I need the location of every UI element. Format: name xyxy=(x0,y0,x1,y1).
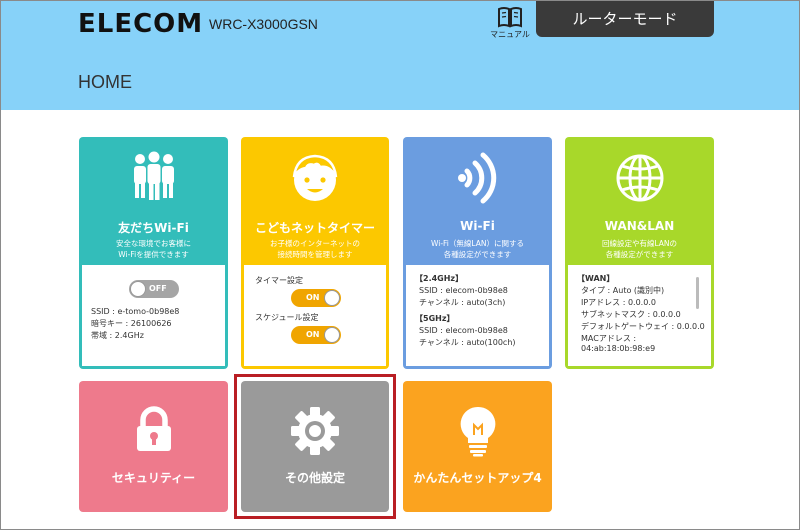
tile-friends-wifi[interactable]: 友だちWi-Fi 安全な環境でお客様に Wi-Fiを提供できます OFF SSI… xyxy=(79,137,228,369)
model-name: WRC-X3000GSN xyxy=(209,16,318,32)
brand-logo: ELECOM xyxy=(78,9,204,39)
tile-description: 回線設定や有線LANの 各種設定ができます xyxy=(601,239,678,259)
tile-title: WAN&LAN xyxy=(604,219,675,233)
toggle-label: ON xyxy=(306,293,320,302)
schedule-toggle[interactable]: ON xyxy=(291,326,341,344)
tile-title: Wi-Fi xyxy=(460,219,495,233)
tile-title: セキュリティー xyxy=(111,471,196,485)
wifi-5ghz-heading: 【5GHz】 xyxy=(415,314,455,323)
wifi-5ghz-channel: チャンネル : auto(100ch) xyxy=(419,338,516,347)
friends-band: 帯域 : 2.4GHz xyxy=(91,331,144,340)
timer-toggle[interactable]: ON xyxy=(291,289,341,307)
manual-label: マニュアル xyxy=(490,30,530,39)
toggle-knob xyxy=(324,290,340,306)
tile-description: お子様のインターネットの 接続時間を管理します xyxy=(270,239,360,259)
tile-title: こどもネットタイマー xyxy=(254,221,375,235)
toggle-knob xyxy=(130,281,146,297)
tile-description: 安全な環境でお客様に Wi-Fiを提供できます xyxy=(116,239,191,259)
friends-wifi-toggle[interactable]: OFF xyxy=(129,280,179,298)
child-face-icon xyxy=(288,151,342,209)
wan-heading: 【WAN】 xyxy=(577,274,615,283)
people-icon xyxy=(126,151,182,207)
lightbulb-icon xyxy=(458,405,498,461)
tile-title: 友だちWi-Fi xyxy=(118,221,189,235)
manual-button[interactable]: マニュアル xyxy=(488,6,532,40)
tile-info-panel: OFF SSID : e-tomo-0b98e8 暗号キー : 26100626… xyxy=(82,265,225,366)
wifi-24ghz-ssid: SSID : elecom-0b98e8 xyxy=(419,286,508,295)
tile-wan-lan[interactable]: WAN&LAN 回線設定や有線LANの 各種設定ができます 【WAN】 タイプ … xyxy=(565,137,714,369)
tile-title: かんたんセットアップ4 xyxy=(413,471,542,485)
wifi-24ghz-heading: 【2.4GHz】 xyxy=(415,274,464,283)
wan-scrollbar[interactable] xyxy=(696,277,699,309)
friends-ssid: SSID : e-tomo-0b98e8 xyxy=(91,307,180,316)
book-icon xyxy=(488,6,532,28)
tile-wifi[interactable]: Wi-Fi Wi-Fi（無線LAN）に関する 各種設定ができます 【2.4GHz… xyxy=(403,137,552,369)
friends-key: 暗号キー : 26100626 xyxy=(91,319,172,328)
lock-icon xyxy=(132,405,176,457)
wifi-24ghz-channel: チャンネル : auto(3ch) xyxy=(419,298,506,307)
wan-gateway: デフォルトゲートウェイ : 0.0.0.0 xyxy=(581,322,705,331)
toggle-label: ON xyxy=(306,330,320,339)
tile-easy-setup[interactable]: かんたんセットアップ4 xyxy=(403,381,552,512)
tile-description: Wi-Fi（無線LAN）に関する 各種設定ができます xyxy=(431,239,524,259)
header-bar: ELECOM WRC-X3000GSN マニュアル ルーターモード HOME xyxy=(0,0,800,110)
timer-setting-label: タイマー設定 xyxy=(255,276,303,285)
wifi-5ghz-ssid: SSID : elecom-0b98e8 xyxy=(419,326,508,335)
tile-info-panel: 【2.4GHz】 SSID : elecom-0b98e8 チャンネル : au… xyxy=(406,265,549,366)
selection-highlight xyxy=(234,374,396,519)
page-title: HOME xyxy=(78,72,132,92)
router-mode-button[interactable]: ルーターモード xyxy=(536,0,714,37)
tile-security[interactable]: セキュリティー xyxy=(79,381,228,512)
wan-ip: IPアドレス : 0.0.0.0 xyxy=(581,298,656,307)
tile-kids-timer[interactable]: こどもネットタイマー お子様のインターネットの 接続時間を管理します タイマー設… xyxy=(241,137,389,369)
tile-info-panel: タイマー設定 ON スケジュール設定 ON xyxy=(244,265,386,366)
schedule-setting-label: スケジュール設定 xyxy=(255,313,319,322)
wan-subnet: サブネットマスク : 0.0.0.0 xyxy=(581,310,681,319)
wan-type: タイプ : Auto (識別中) xyxy=(581,286,665,295)
toggle-knob xyxy=(324,327,340,343)
tile-info-panel: 【WAN】 タイプ : Auto (識別中) IPアドレス : 0.0.0.0 … xyxy=(568,265,711,366)
wan-mac: 04:ab:18:0b:98:e9 xyxy=(581,344,656,353)
toggle-label: OFF xyxy=(149,284,167,293)
wifi-signal-icon xyxy=(456,151,500,209)
globe-icon xyxy=(613,151,667,209)
